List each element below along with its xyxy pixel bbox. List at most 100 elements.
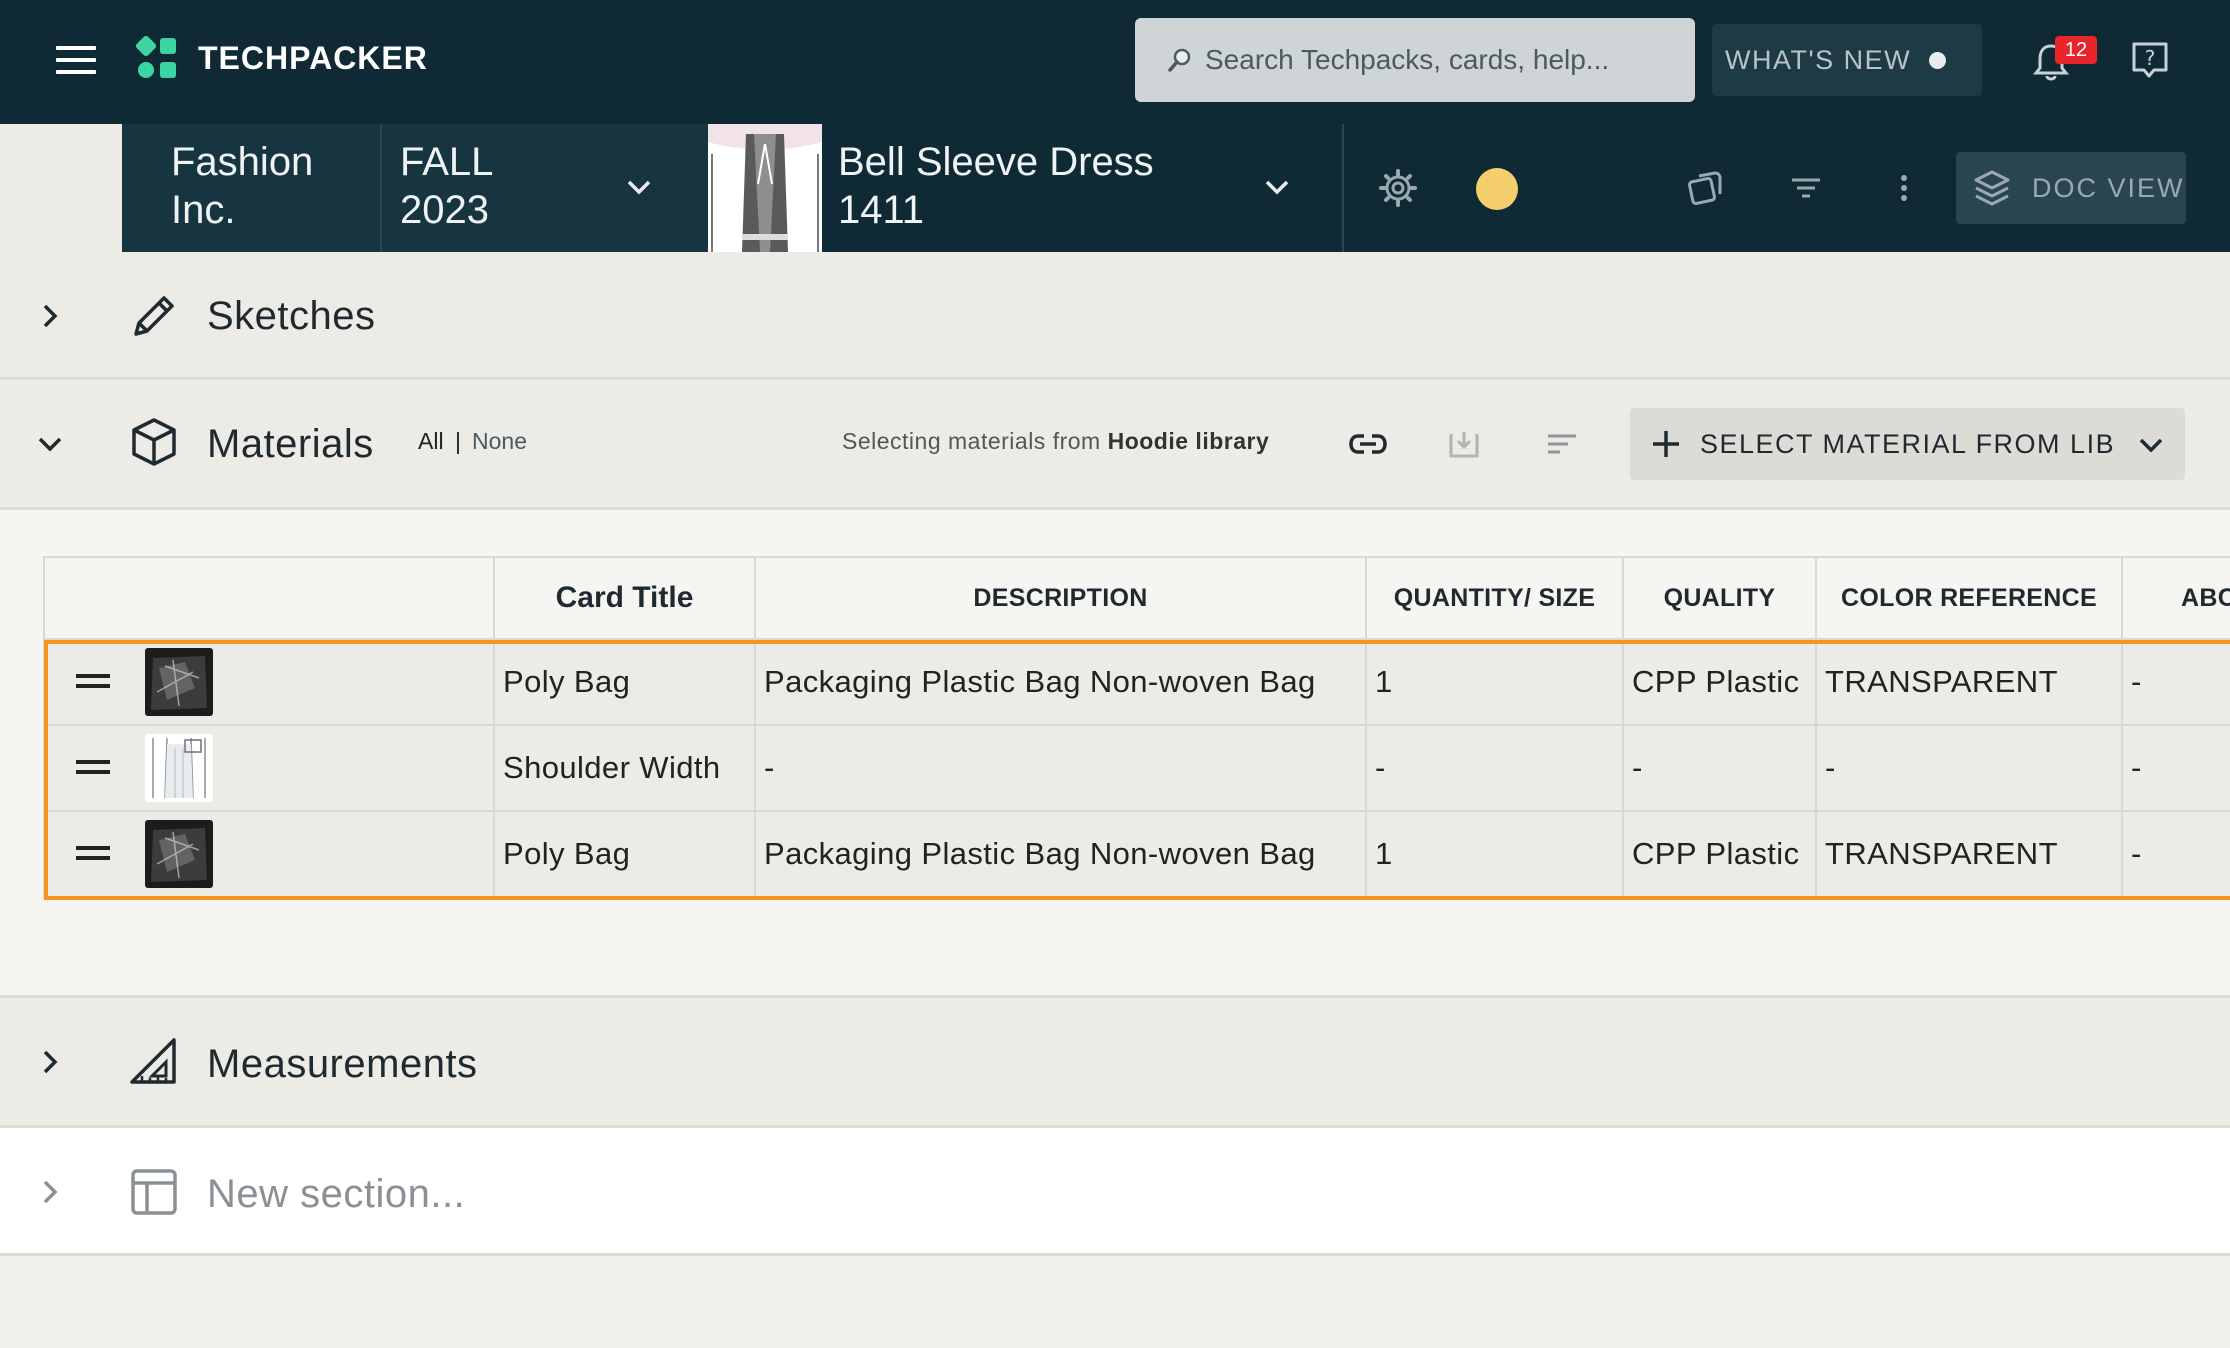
download-icon[interactable] [1446, 426, 1482, 462]
abc-cell[interactable]: - [2121, 725, 2230, 812]
materials-table: Card Title DESCRIPTION QUANTITY/ SIZE QU… [43, 556, 2230, 898]
measurements-section: Measurements [0, 998, 2230, 1128]
color-reference-cell[interactable]: TRANSPARENT [1815, 811, 2123, 898]
menu-icon[interactable] [56, 46, 96, 74]
abc-cell[interactable]: - [2121, 811, 2230, 898]
column-header[interactable]: Card Title [493, 556, 756, 640]
column-header[interactable]: COLOR REFERENCE [1815, 556, 2123, 640]
quantity-cell[interactable]: 1 [1365, 639, 1624, 726]
chevron-right-icon[interactable] [34, 300, 66, 332]
card-title-cell[interactable]: Poly Bag [493, 639, 756, 726]
new-section-placeholder[interactable]: New section... [207, 1170, 465, 1218]
table-row[interactable]: Poly Bag Packaging Plastic Bag Non-woven… [43, 811, 2230, 898]
table-header-row: Card Title DESCRIPTION QUANTITY/ SIZE QU… [43, 556, 2230, 640]
sketches-section: Sketches [0, 252, 2230, 380]
quality-cell[interactable]: - [1622, 725, 1817, 812]
poly-bag-thumbnail[interactable] [145, 820, 213, 888]
filter-icon[interactable] [1786, 168, 1826, 208]
select-none-link[interactable]: None [472, 428, 527, 455]
column-header[interactable]: QUANTITY/ SIZE [1365, 556, 1624, 640]
layers-icon [1974, 170, 2010, 206]
top-header: TECHPACKER WHAT'S NEW 12 ? [0, 0, 2230, 124]
select-material-from-lib-button[interactable]: SELECT MATERIAL FROM LIB [1630, 408, 2185, 480]
context-bar: Fashion Inc. FALL 2023 Bell Sleeve Dress… [0, 124, 2230, 252]
whats-new-button[interactable]: WHAT'S NEW [1712, 24, 1982, 96]
card-title-cell[interactable]: Poly Bag [493, 811, 756, 898]
select-all-link[interactable]: All [418, 428, 444, 455]
product-thumbnail[interactable] [708, 124, 822, 252]
search-icon [1168, 48, 1191, 72]
plus-icon [1653, 431, 1679, 457]
description-cell[interactable]: Packaging Plastic Bag Non-woven Bag [754, 811, 1367, 898]
whats-new-label: WHAT'S NEW [1725, 45, 1912, 75]
whats-new-dot [1929, 52, 1946, 69]
row-handle-cell [43, 639, 495, 726]
help-chat-icon[interactable]: ? [2130, 40, 2170, 80]
row-handle-cell [43, 811, 495, 898]
pencil-icon [134, 296, 174, 336]
doc-view-button[interactable]: DOC VIEW [1956, 152, 2186, 224]
sketches-title[interactable]: Sketches [207, 292, 376, 340]
search-box[interactable] [1135, 18, 1695, 102]
quality-cell[interactable]: CPP Plastic [1622, 639, 1817, 726]
search-input[interactable] [1205, 18, 1675, 102]
notification-badge: 12 [2055, 36, 2097, 64]
context-bar-spacer [0, 124, 122, 252]
column-header[interactable]: ABC [2121, 556, 2230, 640]
chevron-down-icon [627, 180, 651, 195]
status-indicator[interactable] [1476, 168, 1518, 210]
ruler-triangle-icon [130, 1038, 176, 1084]
product-selector[interactable]: Bell Sleeve Dress 1411 [822, 124, 1344, 252]
link-icon[interactable] [1348, 426, 1388, 462]
card-title-cell[interactable]: Shoulder Width [493, 725, 756, 812]
library-info: Selecting materials from Hoodie library [842, 428, 1269, 455]
chevron-right-icon[interactable] [34, 1046, 66, 1078]
settings-icon[interactable] [1378, 168, 1418, 208]
column-header[interactable]: DESCRIPTION [754, 556, 1367, 640]
brand-name: TECHPACKER [198, 40, 428, 76]
quantity-cell[interactable]: - [1365, 725, 1624, 812]
select-separator: | [455, 428, 461, 454]
column-header[interactable]: QUALITY [1622, 556, 1817, 640]
copy-icon[interactable] [1685, 168, 1725, 208]
shoulder-width-thumbnail[interactable] [145, 734, 213, 802]
column-header-handle [43, 556, 495, 640]
product-label: Bell Sleeve Dress 1411 [838, 140, 1154, 232]
drag-handle-icon[interactable] [76, 674, 110, 688]
techpacker-logo [136, 36, 176, 78]
drag-handle-icon[interactable] [76, 846, 110, 860]
cube-icon [132, 418, 176, 466]
description-cell[interactable]: Packaging Plastic Bag Non-woven Bag [754, 639, 1367, 726]
color-reference-cell[interactable]: - [1815, 725, 2123, 812]
more-options-icon[interactable] [1884, 168, 1924, 208]
description-cell[interactable]: - [754, 725, 1367, 812]
materials-title[interactable]: Materials [207, 420, 374, 468]
row-handle-cell [43, 725, 495, 812]
chevron-down-icon[interactable] [34, 428, 66, 460]
chevron-right-icon[interactable] [34, 1176, 66, 1208]
sort-icon[interactable] [1544, 426, 1580, 462]
color-reference-cell[interactable]: TRANSPARENT [1815, 639, 2123, 726]
quality-cell[interactable]: CPP Plastic [1622, 811, 1817, 898]
table-row[interactable]: Shoulder Width - - - - - [43, 725, 2230, 812]
materials-table-area: Card Title DESCRIPTION QUANTITY/ SIZE QU… [0, 510, 2230, 998]
layout-icon [131, 1169, 177, 1215]
quantity-cell[interactable]: 1 [1365, 811, 1624, 898]
poly-bag-thumbnail[interactable] [145, 648, 213, 716]
select-material-label: SELECT MATERIAL FROM LIB [1700, 429, 2116, 459]
company-selector[interactable]: Fashion Inc. [122, 124, 382, 252]
abc-cell[interactable]: - [2121, 639, 2230, 726]
measurements-title[interactable]: Measurements [207, 1040, 478, 1088]
chevron-down-icon[interactable] [2136, 430, 2166, 460]
doc-view-label: DOC VIEW [2032, 173, 2185, 203]
svg-text:?: ? [2145, 46, 2156, 70]
dress-sketch-icon [708, 124, 822, 252]
library-prefix: Selecting materials from [842, 428, 1101, 454]
season-selector[interactable]: FALL 2023 [382, 124, 708, 252]
table-row[interactable]: Poly Bag Packaging Plastic Bag Non-woven… [43, 639, 2230, 726]
new-section-row: New section... [0, 1128, 2230, 1256]
chevron-down-icon [1265, 180, 1289, 195]
library-name[interactable]: Hoodie library [1108, 428, 1270, 454]
drag-handle-icon[interactable] [76, 760, 110, 774]
season-label: FALL 2023 [400, 140, 492, 232]
